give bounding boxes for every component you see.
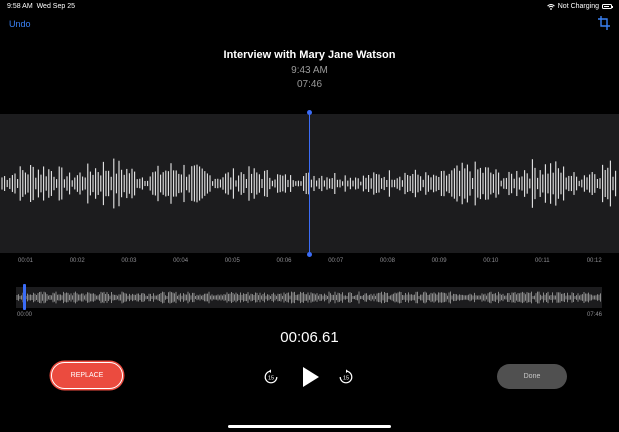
timeline-tick-label: 00:10 [483,258,499,264]
elapsed-time: 00:06.61 [280,329,339,346]
timeline-tick-label: 00:04 [173,258,189,264]
timeline-tick-label: 00:09 [431,258,447,264]
status-indicators: Not Charging [546,3,613,10]
timeline-tick-label: 00:03 [121,258,137,264]
battery-icon [602,4,613,9]
timeline-tick-label: 00:05 [224,258,240,264]
overview-waveform [16,291,601,304]
overview-scrubber[interactable] [16,287,602,308]
overview-playhead-handle[interactable] [23,284,26,310]
play-icon[interactable] [300,366,320,388]
skip-back-label: 15 [268,375,274,381]
timeline-tick-label: 00:06 [276,258,292,264]
playhead-top-dot [307,110,312,115]
timeline-ruler: 00:01 00:02 00:03 00:04 00:05 00:06 00:07 00:08… [0,253,619,269]
status-time: 9:58 AM [7,3,33,10]
playhead[interactable] [307,110,312,257]
timeline-tick-label: 00:07 [328,258,344,264]
recording-duration: 07:46 [296,79,323,90]
done-button[interactable]: Done [497,364,567,389]
replace-button[interactable]: REPLACE [51,362,123,389]
overview-start-time: 00:00 [17,312,33,318]
skip-forward-label: 15 [343,375,349,381]
overview-end-time: 07:46 [586,312,602,318]
timeline-tick-label: 00:08 [379,258,395,264]
undo-button[interactable]: Undo [9,19,31,29]
skip-back-15-icon[interactable]: 15 [263,369,279,385]
status-date: Wed Sep 25 [36,3,75,10]
timeline-tick-label: 00:12 [586,258,602,264]
recording-title: Interview with Mary Jane Watson [223,49,396,61]
recording-time: 9:43 AM [291,65,328,76]
wifi-icon [546,3,555,10]
timeline-tick-label: 00:01 [18,258,34,264]
skip-forward-15-icon[interactable]: 15 [338,369,354,385]
status-time-date: 9:58 AM Wed Sep 25 [7,3,75,10]
timeline-tick-label: 00:02 [69,258,85,264]
timeline-tick-label: 00:11 [535,258,550,264]
crop-icon[interactable] [598,16,610,30]
charging-status: Not Charging [557,3,599,10]
home-indicator[interactable] [228,425,391,428]
